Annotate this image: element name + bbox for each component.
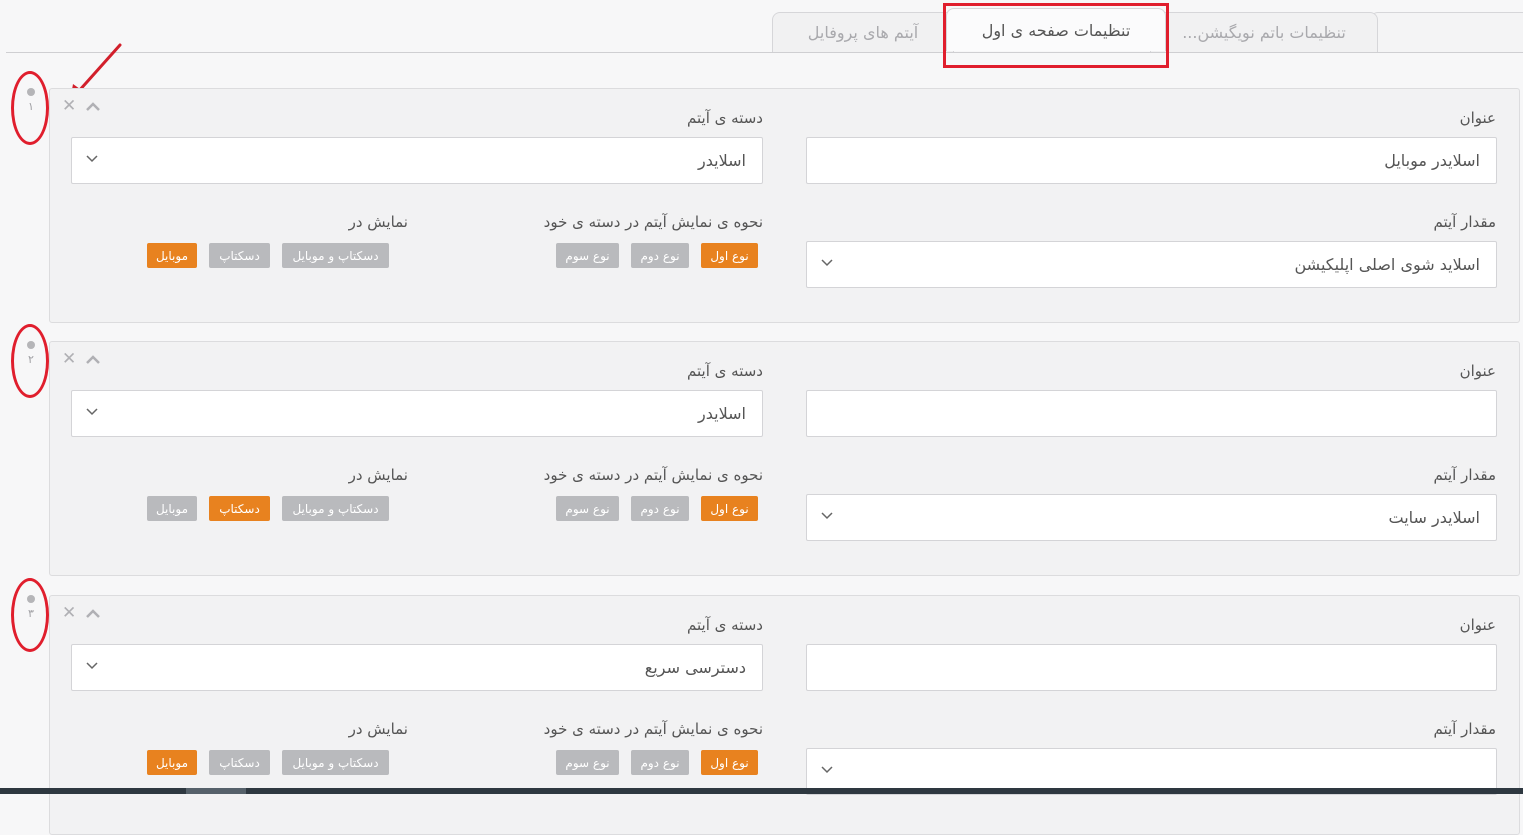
item-panel: ✕ عنوان دسته ی آیتم دسترسی سریع مقدار آی… — [49, 595, 1520, 835]
value-select[interactable]: اسلاید شوی اصلی اپلیکیشن — [806, 241, 1497, 288]
value-text: اسلایدر سایت — [1388, 508, 1480, 527]
show-desktop-button[interactable]: دسکتاپ — [209, 750, 270, 775]
mode-type-3-button[interactable]: نوع سوم — [556, 243, 619, 268]
tab-label: آیتم های پروفایل — [807, 23, 919, 42]
mode-type-3-button[interactable]: نوع سوم — [556, 750, 619, 775]
value-select[interactable]: اسلایدر سایت — [806, 494, 1497, 541]
close-icon[interactable]: ✕ — [62, 98, 76, 115]
mode-type-1-button[interactable]: نوع اول — [701, 750, 758, 775]
tab-bottom-navigation-settings[interactable]: تنظیمات باتم نویگیشن... — [1150, 12, 1378, 52]
category-select[interactable]: اسلایدر — [71, 137, 763, 184]
category-label: دسته ی آیتم — [687, 109, 763, 127]
tab-bar: تنظیمات باتم نویگیشن... آیتم های پروفایل… — [0, 0, 1523, 56]
show-desktop-mobile-button[interactable]: دسکتاپ و موبایل — [282, 243, 389, 268]
mode-type-2-button[interactable]: نوع دوم — [631, 496, 689, 521]
tab-homepage-settings[interactable]: تنظیمات صفحه ی اول — [946, 8, 1166, 51]
item-panel: ✕ عنوان دسته ی آیتم اسلایدر مقدار آیتم ا… — [49, 341, 1520, 576]
value-label: مقدار آیتم — [1433, 466, 1496, 484]
show-in-label: نمایش در — [348, 213, 408, 231]
tab-label: تنظیمات باتم نویگیشن... — [1182, 23, 1346, 42]
mode-type-2-button[interactable]: نوع دوم — [631, 750, 689, 775]
show-mobile-button[interactable]: موبایل — [147, 496, 197, 521]
tab-divider — [6, 52, 1523, 53]
mode-type-1-button[interactable]: نوع اول — [701, 496, 758, 521]
tab-extra[interactable] — [1370, 12, 1523, 52]
value-label: مقدار آیتم — [1433, 213, 1496, 231]
title-label: عنوان — [1459, 109, 1496, 127]
tab-profile-items[interactable]: آیتم های پروفایل — [772, 12, 954, 52]
show-in-label: نمایش در — [348, 466, 408, 484]
display-mode-label: نحوه ی نمایش آیتم در دسته ی خود — [543, 466, 763, 484]
show-desktop-mobile-button[interactable]: دسکتاپ و موبایل — [282, 496, 389, 521]
title-input[interactable] — [806, 390, 1497, 437]
category-select[interactable]: دسترسی سریع — [71, 644, 763, 691]
item-number: ۳ — [28, 607, 34, 620]
drag-handle-dot[interactable] — [27, 595, 35, 603]
item-number: ۲ — [28, 353, 34, 366]
category-value: اسلایدر — [698, 151, 746, 170]
title-input[interactable]: اسلایدر موبایل — [806, 137, 1497, 184]
tab-label: تنظیمات صفحه ی اول — [981, 20, 1131, 40]
title-label: عنوان — [1459, 362, 1496, 380]
value-label: مقدار آیتم — [1433, 720, 1496, 738]
show-desktop-mobile-button[interactable]: دسکتاپ و موبایل — [282, 750, 389, 775]
show-desktop-button[interactable]: دسکتاپ — [209, 243, 270, 268]
close-icon[interactable]: ✕ — [62, 351, 76, 368]
mode-type-3-button[interactable]: نوع سوم — [556, 496, 619, 521]
value-text: اسلاید شوی اصلی اپلیکیشن — [1294, 255, 1480, 274]
drag-handle-dot[interactable] — [27, 341, 35, 349]
category-value: اسلایدر — [698, 404, 746, 423]
chevron-up-icon[interactable] — [86, 609, 100, 618]
chevron-up-icon[interactable] — [86, 102, 100, 111]
category-label: دسته ی آیتم — [687, 616, 763, 634]
footer-bar — [0, 788, 1523, 794]
title-value: اسلایدر موبایل — [1384, 151, 1480, 170]
category-label: دسته ی آیتم — [687, 362, 763, 380]
display-mode-label: نحوه ی نمایش آیتم در دسته ی خود — [543, 720, 763, 738]
drag-handle-dot[interactable] — [27, 88, 35, 96]
chevron-up-icon[interactable] — [86, 355, 100, 364]
show-mobile-button[interactable]: موبایل — [147, 750, 197, 775]
title-input[interactable] — [806, 644, 1497, 691]
title-label: عنوان — [1459, 616, 1496, 634]
display-mode-label: نحوه ی نمایش آیتم در دسته ی خود — [543, 213, 763, 231]
item-number: ۱ — [28, 100, 34, 113]
item-panel: ✕ عنوان اسلایدر موبایل دسته ی آیتم اسلای… — [49, 88, 1520, 323]
category-select[interactable]: اسلایدر — [71, 390, 763, 437]
mode-type-2-button[interactable]: نوع دوم — [631, 243, 689, 268]
mode-type-1-button[interactable]: نوع اول — [701, 243, 758, 268]
category-value: دسترسی سریع — [644, 658, 746, 677]
close-icon[interactable]: ✕ — [62, 605, 76, 622]
show-in-label: نمایش در — [348, 720, 408, 738]
show-desktop-button[interactable]: دسکتاپ — [209, 496, 270, 521]
show-mobile-button[interactable]: موبایل — [147, 243, 197, 268]
